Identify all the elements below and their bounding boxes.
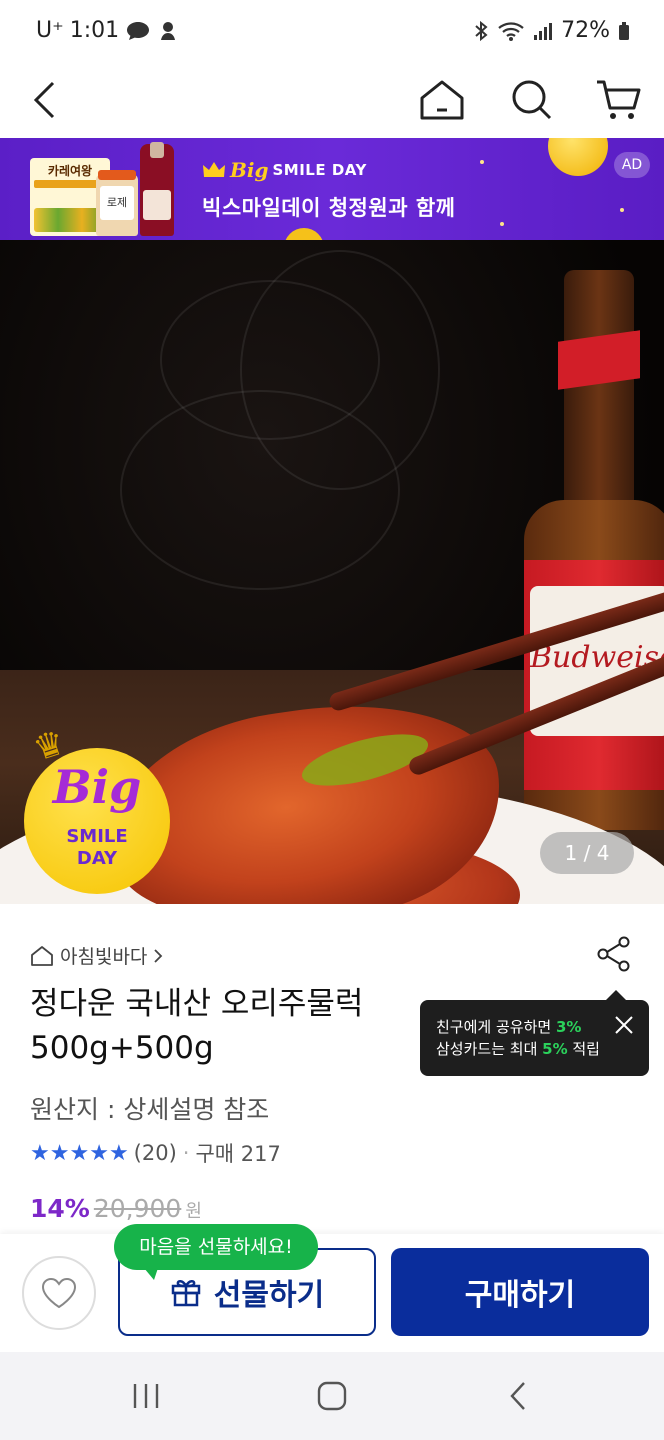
recent-apps-icon <box>133 1384 159 1408</box>
gift-promo-bubble: 마음을 선물하세요! <box>114 1224 318 1280</box>
cart-icon <box>597 80 641 119</box>
seller-link[interactable]: 아침빛바다 <box>30 942 163 969</box>
review-count: (20) <box>133 1141 177 1165</box>
original-price: 20,900 <box>93 1194 182 1223</box>
star-icon: ★ <box>49 1140 70 1166</box>
store-home-icon <box>31 945 53 966</box>
clock: 1:01 <box>69 18 120 43</box>
search-icon <box>512 80 552 120</box>
price-row: 14% 20,900 원 <box>30 1194 202 1223</box>
buy-button[interactable]: 구매하기 <box>391 1248 649 1336</box>
crown-icon <box>203 162 225 177</box>
buy-button-label: 구매하기 <box>464 1278 576 1313</box>
tooltip-line1-text: 친구에게 공유하면 <box>436 1018 556 1036</box>
ad-product-sauce-label: 로제 <box>100 186 134 220</box>
app-notification-icon <box>161 21 176 40</box>
ad-label: AD <box>614 152 650 178</box>
badge-smile-text: SMILE <box>66 826 128 847</box>
search-button[interactable] <box>502 70 562 130</box>
ad-brand-big: Big <box>230 158 269 182</box>
home-circle-icon <box>317 1381 347 1411</box>
share-reward-tooltip: 친구에게 공유하면 3% 삼성카드는 최대 5% 적립 <box>420 990 649 1076</box>
gift-button-label: 선물하기 <box>213 1278 325 1313</box>
ad-decoration-ball <box>284 228 324 240</box>
battery-percent: 72% <box>561 18 610 43</box>
tooltip-line2-text: 삼성카드는 최대 <box>436 1040 543 1058</box>
rating-summary[interactable]: ★ ★ ★ ★ ★ (20) · 구매 217 <box>30 1138 281 1168</box>
wifi-icon <box>498 21 524 41</box>
star-icon: ★ <box>30 1140 50 1166</box>
product-image-carousel[interactable]: Budweiser ♛ Big SMILE DAY 1 / 4 <box>0 240 664 904</box>
origin-info: 원산지 : 상세설명 참조 <box>30 1095 270 1124</box>
badge-day-text: DAY <box>76 848 118 869</box>
tooltip-share-rate: 3% <box>555 1018 582 1036</box>
carrier-label: U⁺ <box>36 18 64 43</box>
share-button[interactable] <box>592 932 636 976</box>
star-icon: ★ <box>89 1140 109 1166</box>
heart-icon <box>41 1277 77 1309</box>
ad-headline: 빅스마일데이 청정원과 함께 <box>202 196 456 220</box>
system-home-button[interactable] <box>302 1374 362 1418</box>
recent-apps-button[interactable] <box>116 1374 176 1418</box>
image-counter: 1 / 4 <box>540 832 634 874</box>
signal-icon <box>534 22 553 40</box>
chevron-right-icon <box>154 948 163 963</box>
battery-icon <box>619 21 629 40</box>
purchase-action-bar: 선물하기 구매하기 <box>0 1234 664 1352</box>
chevron-left-icon <box>33 81 55 119</box>
rating-stars: ★ ★ ★ ★ ★ <box>30 1140 129 1166</box>
tooltip-card-rate: 5% <box>542 1040 568 1058</box>
ad-brand-smile-day: SMILE DAY <box>272 161 367 179</box>
wishlist-button[interactable] <box>22 1256 96 1330</box>
top-navigation <box>0 62 664 138</box>
share-icon <box>597 936 630 972</box>
seller-name: 아침빛바다 <box>60 946 148 968</box>
tooltip-close-button[interactable] <box>613 1014 635 1036</box>
ad-banner[interactable]: 카레여왕 로제 Big SMILE DAY 빅스마일데이 청정원과 함께 AD <box>0 138 664 240</box>
tooltip-line2-suffix: 적립 <box>567 1040 600 1058</box>
currency-unit: 원 <box>185 1201 202 1222</box>
purchase-count: 구매 217 <box>195 1142 281 1166</box>
gift-icon <box>171 1280 201 1307</box>
beer-bottle: Budweiser <box>524 270 664 830</box>
home-icon <box>420 80 464 120</box>
discount-rate: 14% <box>30 1194 90 1223</box>
ad-product-sauce-jar: 로제 <box>96 170 138 236</box>
back-arrow-icon <box>510 1382 525 1410</box>
home-button[interactable] <box>412 70 472 130</box>
ad-brand: Big SMILE DAY <box>202 158 367 182</box>
status-bar: U⁺ 1:01 72% <box>0 0 664 62</box>
bluetooth-icon <box>475 20 488 41</box>
star-icon: ★ <box>108 1140 129 1166</box>
star-icon: ★ <box>69 1140 89 1166</box>
ad-product-curry-label: 카레여왕 <box>47 164 93 178</box>
separator-dot: · <box>182 1141 190 1165</box>
chat-notification-icon <box>127 21 150 40</box>
big-smile-day-badge: ♛ Big SMILE DAY <box>24 722 170 894</box>
system-navigation-bar <box>0 1352 664 1440</box>
ad-product-bottle <box>140 142 174 236</box>
system-back-button[interactable] <box>488 1374 548 1418</box>
close-icon <box>615 1016 633 1034</box>
cart-button[interactable] <box>588 70 648 130</box>
product-title: 정다운 국내산 오리주물럭 500g+500g <box>30 986 364 1066</box>
badge-big-text: Big <box>52 760 142 814</box>
ad-decoration-ball <box>548 138 608 176</box>
back-button[interactable] <box>14 70 74 130</box>
